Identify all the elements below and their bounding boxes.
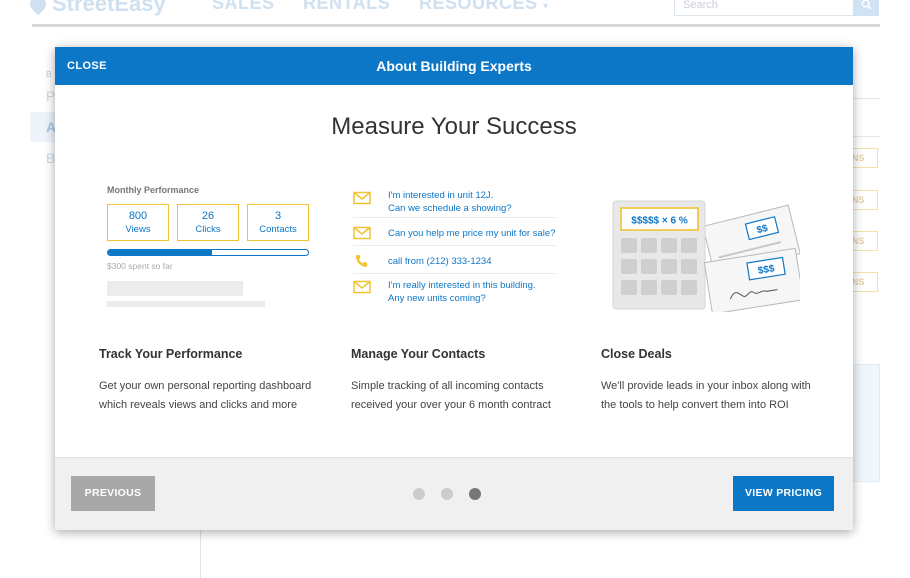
view-pricing-button[interactable]: VIEW PRICING	[733, 476, 834, 511]
feature-description: We'll provide leads in your inbox along …	[601, 380, 811, 411]
placeholder-line	[107, 301, 265, 307]
feature-title: Track Your Performance	[99, 347, 243, 361]
contact-item: I'm really interested in this building. …	[353, 277, 557, 307]
background-action-button[interactable]: NS	[852, 148, 878, 168]
sidebar-heading: B	[46, 70, 52, 79]
mail-icon	[353, 191, 371, 205]
content-divider	[200, 530, 201, 578]
placeholder-block	[107, 281, 243, 296]
building-experts-modal: CLOSE About Building Experts Measure You…	[55, 47, 853, 530]
slide-dot[interactable]	[441, 488, 453, 500]
stat-views: 800 Views	[107, 204, 169, 241]
phone-icon	[355, 255, 368, 267]
feature-description: Get your own personal reporting dashboar…	[99, 380, 312, 411]
site-logo-text: StreetEasy	[52, 0, 166, 16]
stat-contacts: 3 Contacts	[247, 204, 309, 241]
nav-resources[interactable]: RESOURCES ▾	[419, 0, 549, 14]
sidebar-item[interactable]: B	[46, 150, 55, 166]
contact-item: I'm interested in unit 12J. Can we sched…	[353, 188, 557, 218]
contact-message: I'm really interested in this building. …	[388, 279, 536, 305]
modal-title: About Building Experts	[376, 58, 532, 74]
stat-value: 26	[201, 210, 215, 222]
table-rule	[852, 98, 880, 99]
contact-line: Can we schedule a showing?	[388, 203, 512, 214]
sidebar-item[interactable]: P	[46, 88, 55, 104]
performance-title: Monthly Performance	[107, 185, 200, 195]
feature-title: Manage Your Contacts	[351, 347, 486, 361]
map-pin-icon	[26, 0, 50, 16]
mail-icon	[353, 280, 371, 294]
feature-description: Simple tracking of all incoming contacts…	[351, 380, 551, 411]
header-divider	[32, 24, 880, 27]
spent-text: $300 spent so far	[107, 261, 173, 271]
contact-message: I'm interested in unit 12J. Can we sched…	[388, 189, 512, 215]
nav-rentals[interactable]: RENTALS	[303, 0, 390, 14]
feature-title: Close Deals	[601, 347, 672, 361]
mail-icon	[353, 226, 371, 240]
spend-progress-fill	[108, 250, 212, 255]
stat-value: 800	[128, 210, 148, 222]
calculator-checks-illustration: $$ $$$$$ × 6 % $$$	[612, 200, 800, 312]
calculator-display-text: $$$$$ × 6 %	[631, 216, 688, 227]
background-action-button[interactable]: NS	[852, 190, 878, 210]
modal-header: CLOSE About Building Experts	[55, 47, 853, 85]
stat-label: Views	[125, 224, 151, 235]
search-icon	[861, 0, 872, 10]
search-input[interactable]: Search	[674, 0, 854, 16]
table-rule	[852, 136, 880, 137]
contact-message: Can you help me price my unit for sale?	[388, 228, 556, 239]
contact-line: I'm really interested in this building.	[388, 280, 536, 291]
slide-heading: Measure Your Success	[331, 113, 577, 140]
stat-label: Contacts	[259, 224, 297, 235]
modal-footer: PREVIOUS VIEW PRICING	[55, 457, 853, 530]
contact-line: I'm interested in unit 12J.	[388, 190, 494, 201]
slide-dot[interactable]	[469, 488, 481, 500]
nav-sales[interactable]: SALES	[212, 0, 275, 14]
contact-line: Any new units coming?	[388, 293, 486, 304]
stat-label: Clicks	[195, 224, 221, 235]
search-button[interactable]	[853, 0, 879, 16]
stat-clicks: 26 Clicks	[177, 204, 239, 241]
contact-item: Can you help me price my unit for sale?	[353, 223, 557, 246]
nav-resources-label: RESOURCES	[419, 0, 538, 13]
contact-message: call from (212) 333-1234	[388, 256, 492, 267]
slide-dot[interactable]	[413, 488, 425, 500]
stat-value: 3	[274, 210, 282, 222]
spend-progress-bar	[107, 249, 309, 256]
previous-button[interactable]: PREVIOUS	[71, 476, 155, 511]
background-info-panel	[852, 364, 880, 482]
chevron-down-icon: ▾	[543, 1, 549, 12]
background-action-button[interactable]: NS	[852, 231, 878, 251]
background-action-button[interactable]: NS	[852, 272, 878, 292]
site-logo[interactable]: StreetEasy	[26, 0, 166, 17]
contact-item: call from (212) 333-1234	[353, 251, 557, 274]
